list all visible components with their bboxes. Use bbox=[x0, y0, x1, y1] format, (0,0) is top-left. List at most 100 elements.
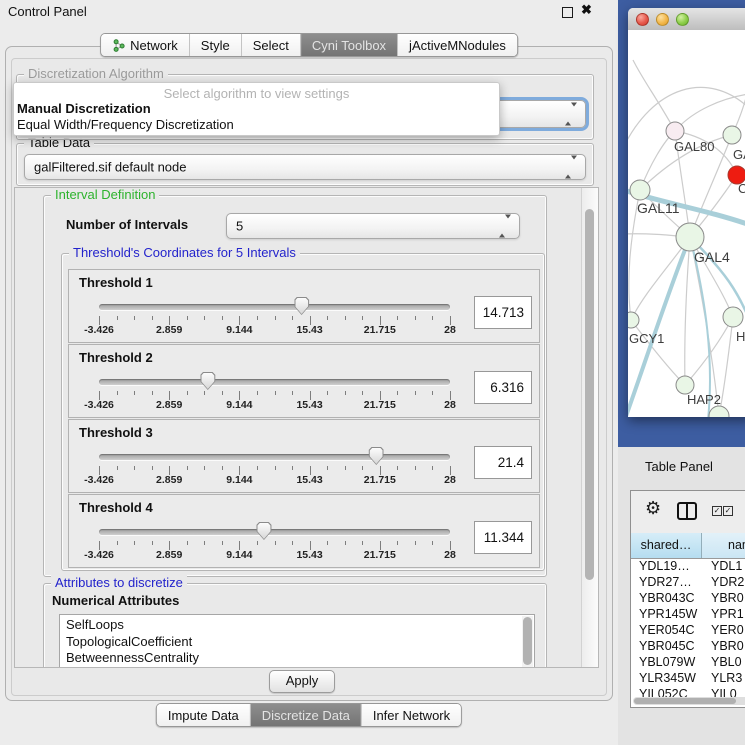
tab-style[interactable]: Style bbox=[190, 34, 242, 56]
list-scrollbar[interactable] bbox=[522, 616, 533, 668]
tab-network[interactable]: Network bbox=[101, 34, 190, 56]
table-row[interactable]: YBR043CYBR0 bbox=[631, 590, 745, 606]
column-header-shared-name[interactable]: shared… bbox=[631, 533, 702, 558]
table-row[interactable]: YPR145WYPR1 bbox=[631, 606, 745, 622]
scale-label: 21.715 bbox=[364, 549, 396, 561]
tick-mark bbox=[327, 316, 328, 320]
tab-infer-network[interactable]: Infer Network bbox=[362, 704, 461, 726]
cell-name: YDL1 bbox=[711, 558, 742, 574]
tick-mark bbox=[134, 316, 135, 320]
tick-mark bbox=[187, 541, 188, 545]
table-row[interactable]: YDR27…YDR2 bbox=[631, 574, 745, 590]
network-edge[interactable] bbox=[685, 237, 690, 385]
network-window-titlebar[interactable] bbox=[628, 8, 745, 31]
thresholds-group: Threshold's Coordinates for 5 Intervals … bbox=[61, 253, 545, 571]
slider-track[interactable] bbox=[99, 379, 450, 385]
tab-select[interactable]: Select bbox=[242, 34, 301, 56]
threshold-value-field[interactable]: 14.713 bbox=[474, 296, 532, 329]
minimize-traffic-light-icon[interactable] bbox=[656, 13, 669, 26]
threshold-value-field[interactable]: 6.316 bbox=[474, 371, 532, 404]
network-node-green[interactable] bbox=[630, 180, 650, 200]
tab-label: Select bbox=[253, 38, 289, 53]
numerical-attributes-list[interactable]: SelfLoopsTopologicalCoefficientBetweenne… bbox=[59, 614, 535, 668]
control-panel: Control Panel ✖ NetworkStyleSelectCyni T… bbox=[0, 0, 618, 745]
list-item[interactable]: TopologicalCoefficient bbox=[60, 634, 534, 651]
tab-label: Impute Data bbox=[168, 708, 239, 723]
table-row[interactable]: YER054CYER0 bbox=[631, 622, 745, 638]
close-icon[interactable]: ✖ bbox=[581, 2, 592, 18]
node-label: GAL4 bbox=[694, 249, 730, 265]
slider-handle[interactable] bbox=[294, 297, 309, 315]
table-hscrollbar[interactable] bbox=[633, 697, 745, 705]
tab-jactivemnodules[interactable]: jActiveMNodules bbox=[398, 34, 517, 56]
group-title: Attributes to discretize bbox=[51, 575, 187, 590]
settings-scrollbar[interactable] bbox=[581, 188, 598, 667]
scale-label: 28 bbox=[444, 324, 456, 336]
apply-button[interactable]: Apply bbox=[269, 670, 335, 693]
table-row[interactable]: YLR345WYLR3 bbox=[631, 670, 745, 686]
slider-handle[interactable] bbox=[256, 522, 271, 540]
threshold-slider[interactable]: -3.4262.8599.14415.4321.71528 bbox=[99, 420, 450, 492]
network-node-green[interactable] bbox=[723, 126, 741, 144]
threshold-slider[interactable]: -3.4262.8599.14415.4321.71528 bbox=[99, 345, 450, 417]
scrollbar-thumb[interactable] bbox=[634, 698, 736, 704]
network-node-green[interactable] bbox=[676, 223, 704, 251]
gear-icon[interactable]: ⚙ bbox=[645, 498, 661, 519]
close-traffic-light-icon[interactable] bbox=[636, 13, 649, 26]
threshold-value-field[interactable]: 11.344 bbox=[474, 521, 532, 554]
cell-shared-name: YBR043C bbox=[639, 590, 695, 606]
slider-handle[interactable] bbox=[200, 372, 215, 390]
scale-label: 15.43 bbox=[296, 399, 322, 411]
scrollbar-thumb[interactable] bbox=[585, 209, 594, 580]
threshold-box: Threshold 3-3.4262.8599.14415.4321.71528… bbox=[68, 419, 540, 493]
scrollbar-thumb[interactable] bbox=[523, 617, 532, 665]
scale-label: 2.859 bbox=[156, 399, 182, 411]
tick-mark bbox=[397, 541, 398, 545]
tick-mark bbox=[362, 466, 363, 470]
zoom-traffic-light-icon[interactable] bbox=[676, 13, 689, 26]
slider-track[interactable] bbox=[99, 304, 450, 310]
list-item[interactable]: BetweennessCentrality bbox=[60, 650, 534, 667]
number-of-intervals-combobox[interactable]: 5 bbox=[226, 213, 520, 239]
network-node-green[interactable] bbox=[723, 307, 743, 327]
tick-mark bbox=[397, 466, 398, 470]
table-row[interactable]: YBL079WYBL0 bbox=[631, 654, 745, 670]
slider-track[interactable] bbox=[99, 454, 450, 460]
chevron-updown-icon bbox=[565, 160, 577, 175]
threshold-value-field[interactable]: 21.4 bbox=[474, 446, 532, 479]
network-node-pink[interactable] bbox=[666, 122, 684, 140]
tab-discretize-data[interactable]: Discretize Data bbox=[251, 704, 362, 726]
tab-cyni-toolbox[interactable]: Cyni Toolbox bbox=[301, 34, 398, 56]
network-edge[interactable] bbox=[631, 237, 690, 320]
table-row[interactable]: YDL19…YDL1 bbox=[631, 558, 745, 574]
tick-mark bbox=[117, 466, 118, 470]
checkbox-icon[interactable]: ✓ bbox=[712, 506, 722, 516]
threshold-slider[interactable]: -3.4262.8599.14415.4321.71528 bbox=[99, 495, 450, 567]
list-item[interactable]: SelfLoops bbox=[60, 617, 534, 634]
network-canvas[interactable]: GAL80GACGAL11GAL4GCY1HHAP2 bbox=[628, 30, 745, 417]
checkbox-icon[interactable]: ✓ bbox=[723, 506, 733, 516]
column-header-name[interactable]: name bbox=[702, 533, 745, 558]
network-edge[interactable] bbox=[719, 317, 733, 416]
dropdown-option-equal-width-frequency[interactable]: Equal Width/Frequency Discretization bbox=[17, 117, 234, 132]
number-of-intervals-label: Number of Intervals bbox=[66, 217, 188, 232]
bottom-tab-bar: Impute Data Discretize DataInfer Network bbox=[156, 703, 462, 727]
scale-label: 15.43 bbox=[296, 324, 322, 336]
columns-icon[interactable] bbox=[677, 502, 697, 520]
slider-handle[interactable] bbox=[369, 447, 384, 465]
threshold-slider[interactable]: -3.4262.8599.14415.4321.71528 bbox=[99, 270, 450, 342]
tick-mark bbox=[415, 316, 416, 320]
number-of-intervals-value: 5 bbox=[236, 219, 243, 234]
dropdown-option-manual-discretization[interactable]: Manual Discretization bbox=[17, 101, 151, 116]
network-node-green[interactable] bbox=[709, 406, 729, 417]
group-title: Interval Definition bbox=[51, 187, 159, 202]
float-icon[interactable] bbox=[562, 7, 573, 18]
table-row[interactable]: YBR045CYBR0 bbox=[631, 638, 745, 654]
tick-mark bbox=[117, 391, 118, 395]
slider-track[interactable] bbox=[99, 529, 450, 535]
network-node-green[interactable] bbox=[628, 312, 639, 328]
table-data-combobox[interactable]: galFiltered.sif default node bbox=[24, 154, 586, 180]
tab-impute-data[interactable]: Impute Data bbox=[157, 704, 251, 726]
network-edge[interactable] bbox=[675, 94, 745, 131]
tick-mark bbox=[345, 316, 346, 320]
